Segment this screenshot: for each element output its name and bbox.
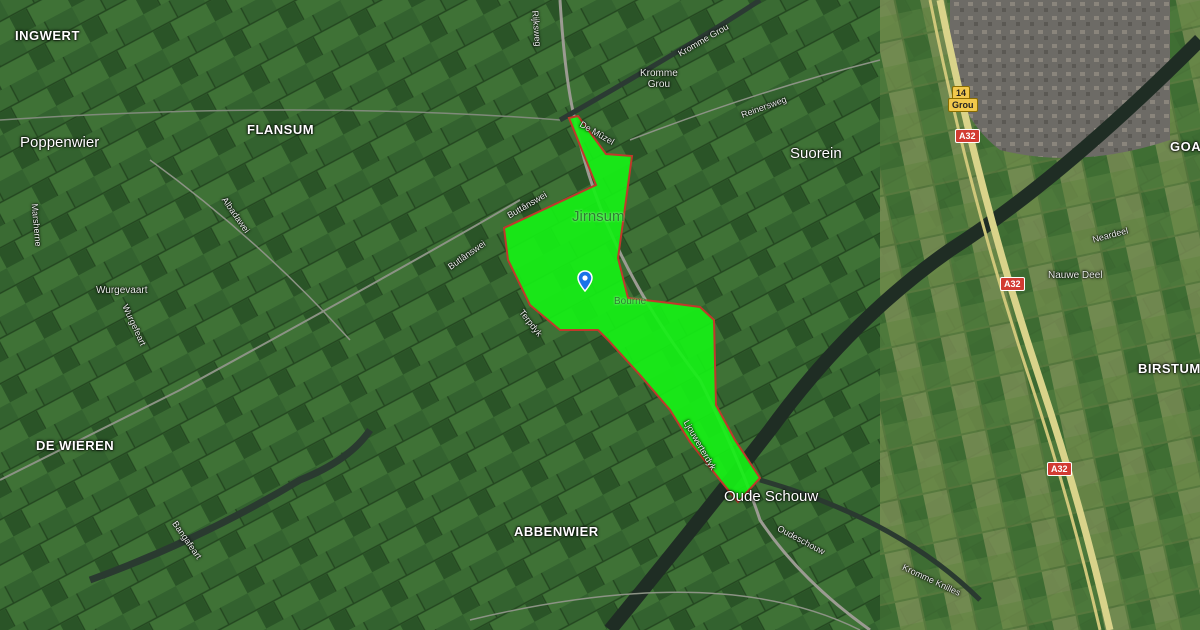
place-flansum: FLANSUM <box>247 122 315 137</box>
town-poppenwier: Poppenwier <box>20 134 100 151</box>
town-jirnsum: Jirnsum <box>572 208 625 225</box>
location-marker-icon[interactable] <box>577 270 593 292</box>
shield-grou: Grou <box>948 98 978 112</box>
town-suorein: Suorein <box>790 145 842 162</box>
place-goa: GOA <box>1170 139 1200 154</box>
shield-a32-1: A32 <box>955 129 980 143</box>
town-oude-schouw: Oude Schouw <box>724 488 819 505</box>
place-ingwert: INGWERT <box>15 28 80 43</box>
satellite-map[interactable]: INGWERT FLANSUM DE WIEREN ABBENWIER BIRS… <box>0 0 1200 630</box>
shield-a32-3: A32 <box>1047 462 1072 476</box>
label-nauwe-deel: Nauwe Deel <box>1048 270 1103 281</box>
place-birstum: BIRSTUM <box>1138 361 1200 376</box>
place-de-wieren: DE WIEREN <box>36 438 115 453</box>
label-bourne: Bourne <box>614 296 647 307</box>
label-kromme-grou: Kromme Grou <box>640 68 678 90</box>
place-abbenwier: ABBENWIER <box>514 524 599 539</box>
shield-a32-2: A32 <box>1000 277 1025 291</box>
label-wurgevaart: Wurgevaart <box>96 285 148 296</box>
